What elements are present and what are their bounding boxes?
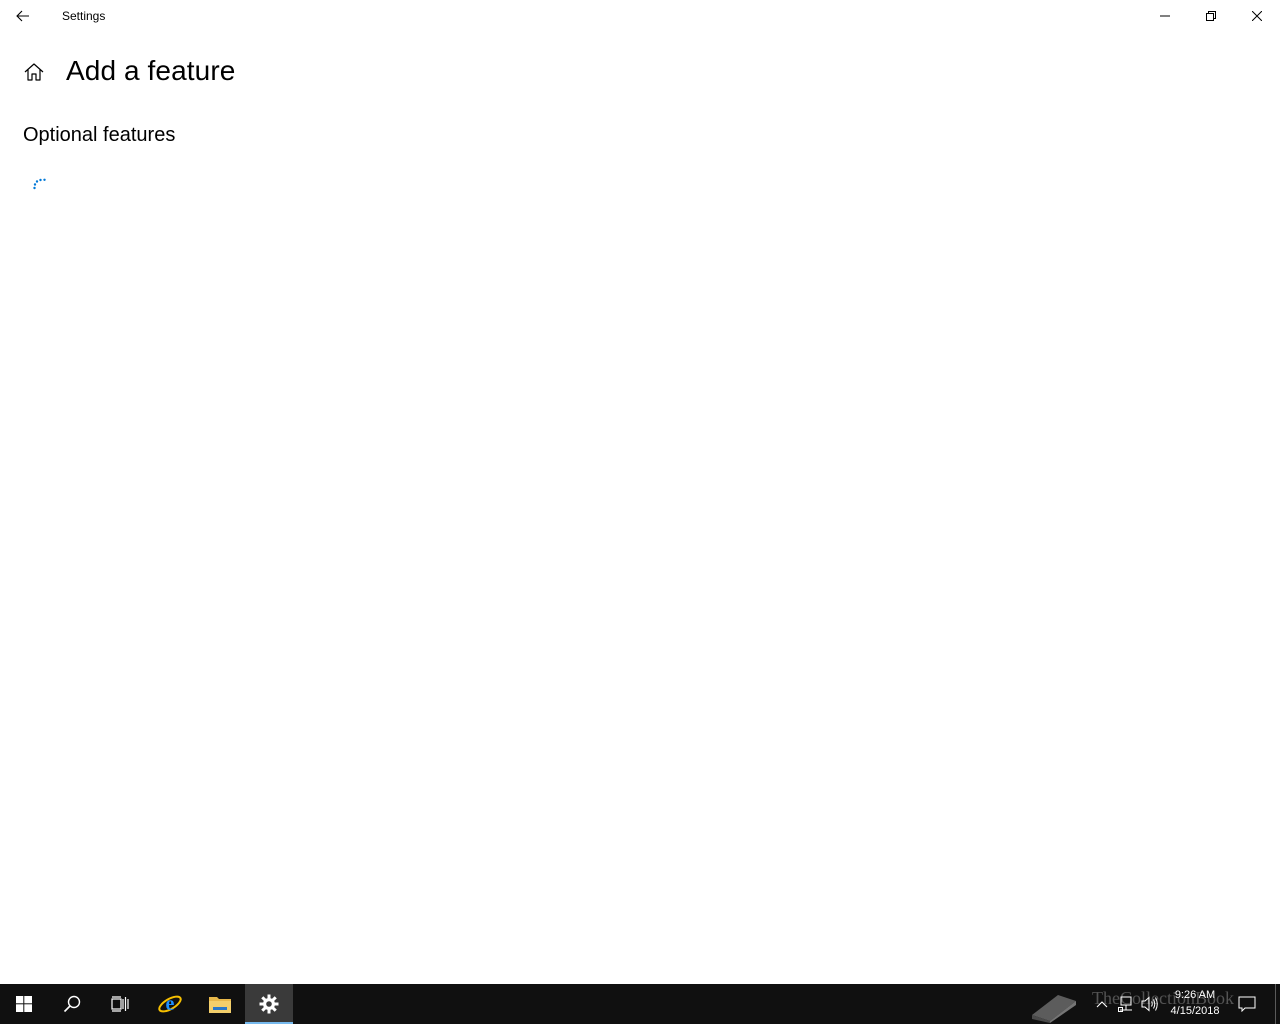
windows-logo-icon [16,996,32,1012]
loading-spinner-icon [33,178,46,190]
show-hidden-icons-button[interactable] [1092,994,1112,1014]
back-button[interactable] [0,0,46,32]
title-bar: Settings [0,0,1280,32]
settings-button[interactable] [245,984,293,1024]
network-icon [1118,996,1132,1012]
restore-icon [1206,11,1216,21]
window-title: Settings [62,9,106,23]
minimize-button[interactable] [1142,0,1188,32]
close-icon [1252,11,1262,21]
back-arrow-icon [16,10,29,22]
section-title: Optional features [23,124,176,146]
chevron-up-icon [1096,1001,1108,1008]
taskbar: e TheCollectionBook 9:26 AM 4/15/2018 [0,984,1280,1024]
watermark-book-icon [1028,984,1080,1024]
search-icon [63,995,81,1013]
file-explorer-button[interactable] [196,984,244,1024]
clock[interactable]: 9:26 AM 4/15/2018 [1160,987,1230,1019]
internet-explorer-icon: e [158,993,182,1015]
svg-text:e: e [166,993,175,1015]
folder-icon [209,997,231,1013]
close-button[interactable] [1234,0,1280,32]
restore-button[interactable] [1188,0,1234,32]
clock-time: 9:26 AM [1174,989,1216,1001]
clock-date: 4/15/2018 [1170,1005,1220,1017]
speaker-icon [1141,996,1158,1012]
network-button[interactable] [1116,994,1136,1014]
home-button[interactable] [20,58,48,86]
action-center-button[interactable] [1237,994,1257,1014]
page-title: Add a feature [66,55,236,86]
notification-icon [1238,996,1256,1012]
gear-icon [259,994,279,1014]
task-view-button[interactable] [96,984,144,1024]
search-button[interactable] [48,984,96,1024]
show-desktop-button[interactable] [1275,984,1280,1024]
task-view-icon [111,996,129,1012]
minimize-icon [1160,15,1170,17]
settings-window: Settings Add a feature Optional features [0,0,1280,984]
start-button[interactable] [0,984,48,1024]
home-icon [24,63,44,81]
internet-explorer-button[interactable]: e [146,984,194,1024]
volume-button[interactable] [1140,994,1160,1014]
